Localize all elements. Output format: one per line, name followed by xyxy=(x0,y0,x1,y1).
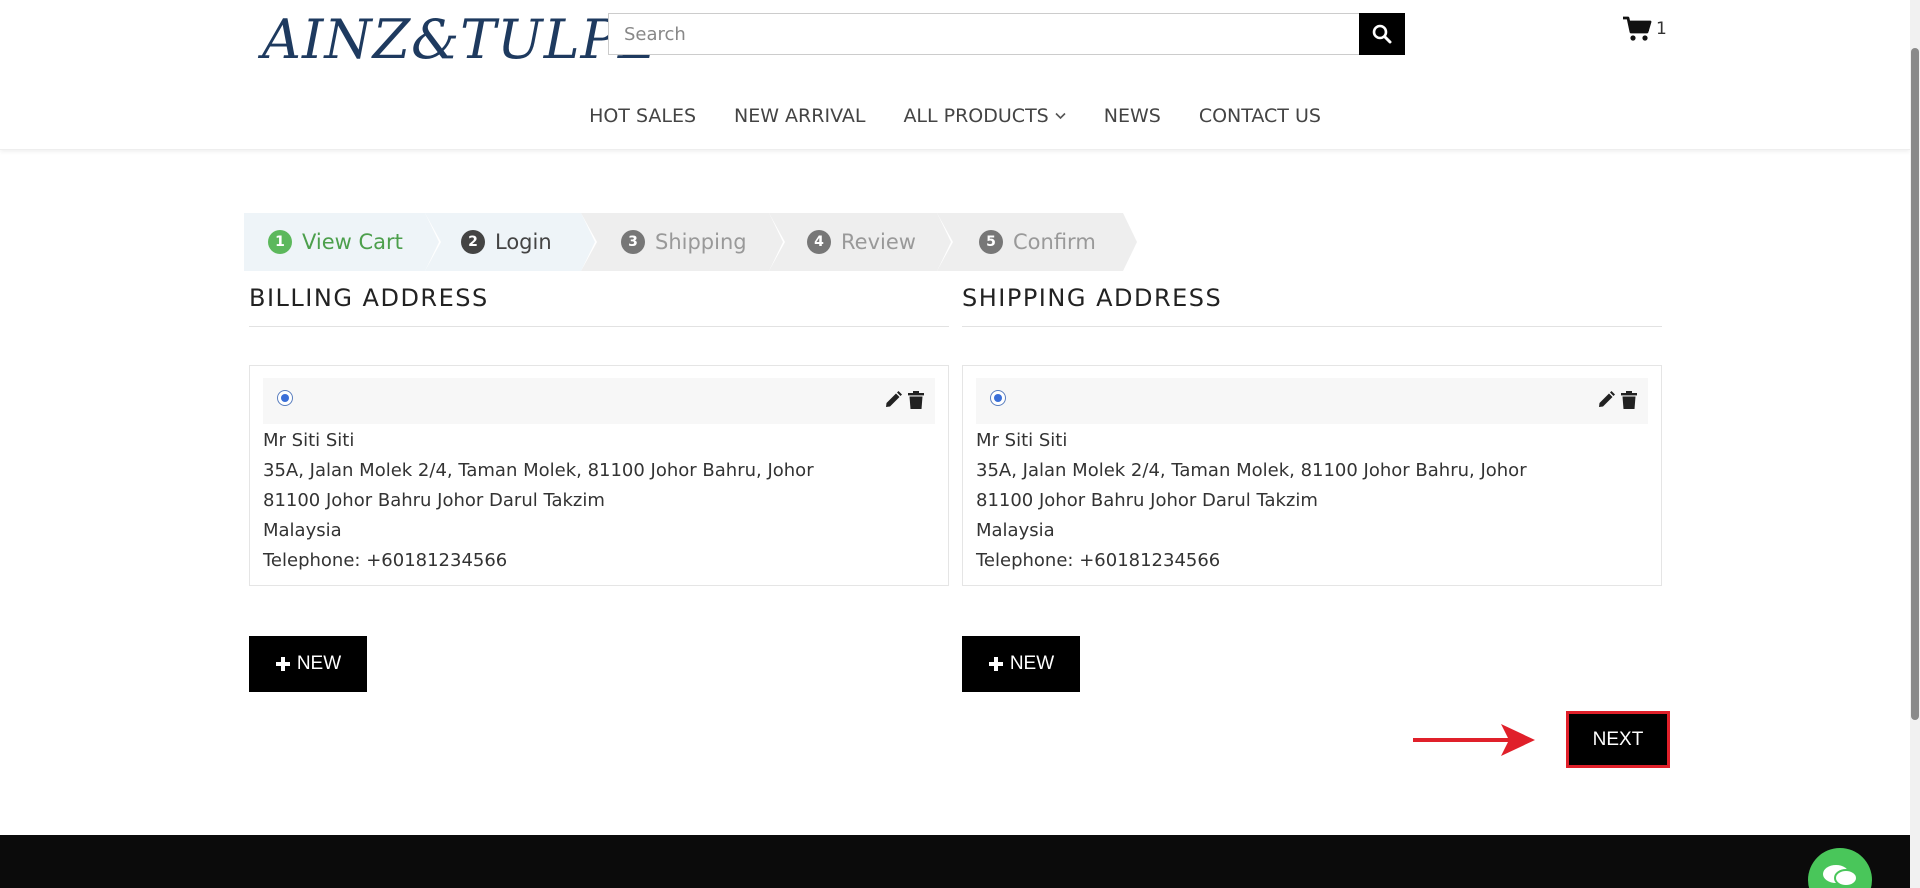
trash-icon[interactable] xyxy=(1620,390,1638,410)
step-label: Confirm xyxy=(1013,230,1096,254)
shipping-country: Malaysia xyxy=(976,520,1055,541)
step-label: Shipping xyxy=(655,230,747,254)
checkout-steps: 1 View Cart 2 Login 3 Shipping 4 Review … xyxy=(244,213,1139,271)
step-label: Login xyxy=(495,230,552,254)
site-footer xyxy=(0,835,1910,888)
trash-icon[interactable] xyxy=(907,390,925,410)
nav-news[interactable]: NEWS xyxy=(1104,105,1161,127)
nav-all-products-label: ALL PRODUCTS xyxy=(903,105,1049,127)
step-label: View Cart xyxy=(302,230,403,254)
shipping-phone: Telephone: +60181234566 xyxy=(976,550,1221,571)
billing-address-radio[interactable] xyxy=(277,390,293,406)
billing-line2: 81100 Johor Bahru Johor Darul Takzim xyxy=(263,490,605,511)
step-number: 4 xyxy=(807,230,831,254)
search-icon xyxy=(1372,24,1392,44)
billing-card-header xyxy=(263,378,935,424)
chevron-down-icon xyxy=(1055,112,1066,120)
scrollbar-thumb[interactable] xyxy=(1911,48,1919,720)
billing-country: Malaysia xyxy=(263,520,342,541)
shipping-line2: 81100 Johor Bahru Johor Darul Takzim xyxy=(976,490,1318,511)
nav-contact-us[interactable]: CONTACT US xyxy=(1199,105,1321,127)
new-billing-address-button[interactable]: NEW xyxy=(249,636,367,692)
shipping-line1: 35A, Jalan Molek 2/4, Taman Molek, 81100… xyxy=(976,460,1527,481)
site-header: AINZ&TULPE 1 HOT SALES NEW ARRIVAL ALL P… xyxy=(0,0,1910,150)
step-review: 4 Review xyxy=(769,213,953,271)
step-number: 2 xyxy=(461,230,485,254)
next-button[interactable]: NEXT xyxy=(1566,711,1670,768)
step-number: 3 xyxy=(621,230,645,254)
cart-icon xyxy=(1623,16,1652,41)
step-number: 5 xyxy=(979,230,1003,254)
shipping-card-header xyxy=(976,378,1648,424)
new-shipping-address-button[interactable]: NEW xyxy=(962,636,1080,692)
shipping-address-details: Mr Siti Siti 35A, Jalan Molek 2/4, Taman… xyxy=(976,426,1527,576)
shipping-address-radio[interactable] xyxy=(990,390,1006,406)
new-label: NEW xyxy=(1009,653,1055,674)
search-input[interactable] xyxy=(609,14,1359,54)
step-label: Review xyxy=(841,230,916,254)
nav-new-arrival[interactable]: NEW ARRIVAL xyxy=(734,105,865,127)
cart-button[interactable]: 1 xyxy=(1622,16,1667,42)
nav-all-products[interactable]: ALL PRODUCTS xyxy=(903,105,1066,127)
billing-address-title: BILLING ADDRESS xyxy=(249,284,949,327)
billing-line1: 35A, Jalan Molek 2/4, Taman Molek, 81100… xyxy=(263,460,814,481)
search-bar xyxy=(608,13,1405,55)
edit-icon[interactable] xyxy=(883,390,903,410)
site-logo[interactable]: AINZ&TULPE xyxy=(262,10,658,70)
edit-icon[interactable] xyxy=(1596,390,1616,410)
shipping-address-title: SHIPPING ADDRESS xyxy=(962,284,1662,327)
shipping-address-card: Mr Siti Siti 35A, Jalan Molek 2/4, Taman… xyxy=(962,365,1662,586)
billing-phone: Telephone: +60181234566 xyxy=(263,550,508,571)
plus-icon xyxy=(275,657,290,671)
shipping-card-actions xyxy=(1596,390,1638,410)
billing-name: Mr Siti Siti xyxy=(263,430,355,451)
step-number: 1 xyxy=(268,230,292,254)
shipping-name: Mr Siti Siti xyxy=(976,430,1068,451)
step-login[interactable]: 2 Login xyxy=(425,213,597,271)
chat-bubbles-icon xyxy=(1823,865,1858,887)
step-confirm: 5 Confirm xyxy=(937,213,1139,271)
arrow-right-icon xyxy=(1413,724,1535,756)
search-button[interactable] xyxy=(1359,13,1405,55)
cart-count: 1 xyxy=(1656,19,1667,39)
nav-hot-sales[interactable]: HOT SALES xyxy=(589,105,696,127)
step-view-cart[interactable]: 1 View Cart xyxy=(244,213,441,271)
step-shipping: 3 Shipping xyxy=(581,213,785,271)
new-label: NEW xyxy=(296,653,342,674)
billing-card-actions xyxy=(883,390,925,410)
billing-address-card: Mr Siti Siti 35A, Jalan Molek 2/4, Taman… xyxy=(249,365,949,586)
plus-icon xyxy=(988,657,1003,671)
main-nav: HOT SALES NEW ARRIVAL ALL PRODUCTS NEWS … xyxy=(0,105,1910,127)
billing-address-details: Mr Siti Siti 35A, Jalan Molek 2/4, Taman… xyxy=(263,426,814,576)
